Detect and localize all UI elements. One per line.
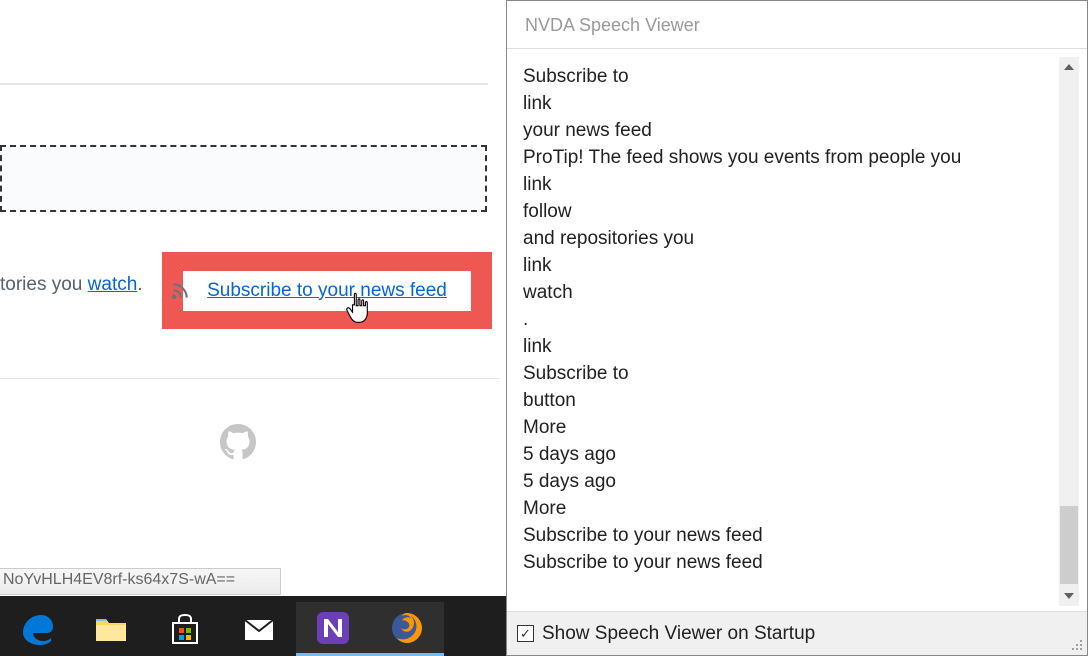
watch-link[interactable]: watch (88, 274, 138, 295)
annotation-highlight: Subscribe to your news feed (162, 252, 492, 329)
speech-line: your news feed (523, 117, 1049, 144)
firefox-icon (389, 610, 425, 646)
speech-line: 5 days ago (523, 468, 1049, 495)
nvda-speech-viewer-window: NVDA Speech Viewer Subscribe to link you… (506, 0, 1088, 656)
browser-status-bar: NoYvHLH4EV8rf-ks64x7S-wA== (0, 568, 281, 595)
nvda-content-area: Subscribe to link your news feed ProTip!… (507, 49, 1087, 612)
edge-icon (19, 611, 55, 647)
browser-content: tories you watch. Subscribe to your news… (0, 0, 506, 595)
nvda-speech-output[interactable]: Subscribe to link your news feed ProTip!… (515, 57, 1057, 612)
folder-icon (93, 611, 129, 647)
subscribe-news-feed-link[interactable]: Subscribe to your news feed (207, 280, 447, 302)
speech-line: More (523, 414, 1049, 441)
speech-line: 5 days ago (523, 441, 1049, 468)
store-icon (167, 611, 203, 647)
speech-line: link (523, 171, 1049, 198)
hand-cursor-icon (344, 291, 374, 326)
taskbar-file-explorer[interactable] (74, 602, 148, 656)
period: . (137, 274, 142, 295)
speech-line: . (523, 306, 1049, 333)
speech-line: More (523, 495, 1049, 522)
mail-icon (241, 611, 277, 647)
rss-icon (170, 281, 190, 301)
speech-line: Subscribe to your news feed (523, 522, 1049, 549)
github-logo-icon (220, 424, 256, 460)
highlight-inner: Subscribe to your news feed (183, 271, 471, 311)
speech-line: and repositories you (523, 225, 1049, 252)
section-divider (0, 378, 500, 379)
speech-line: button (523, 387, 1049, 414)
windows-taskbar[interactable] (0, 596, 506, 656)
taskbar-mail[interactable] (222, 602, 296, 656)
taskbar-nvda[interactable] (296, 602, 370, 656)
taskbar-edge[interactable] (0, 602, 74, 656)
horizontal-divider (0, 83, 488, 85)
nvda-icon (315, 610, 351, 646)
speech-line: link (523, 90, 1049, 117)
speech-line: watch (523, 279, 1049, 306)
scroll-up-button[interactable] (1059, 57, 1079, 77)
speech-line: Subscribe to (523, 360, 1049, 387)
focus-outline-box (0, 145, 487, 212)
text-fragment: tories you (0, 274, 88, 295)
show-on-startup-checkbox[interactable]: ✓ (517, 625, 534, 642)
speech-line: link (523, 333, 1049, 360)
sentence-fragment: tories you watch. (0, 274, 143, 296)
speech-line: ProTip! The feed shows you events from p… (523, 144, 1049, 171)
taskbar-firefox[interactable] (370, 602, 444, 656)
resize-grip-icon[interactable] (1070, 638, 1084, 652)
nvda-title-bar[interactable]: NVDA Speech Viewer (507, 1, 1087, 49)
scroll-down-button[interactable] (1059, 586, 1079, 606)
taskbar-store[interactable] (148, 602, 222, 656)
speech-line: link (523, 252, 1049, 279)
nvda-footer: ✓ Show Speech Viewer on Startup (507, 611, 1087, 655)
speech-line: Subscribe to (523, 63, 1049, 90)
speech-line: follow (523, 198, 1049, 225)
scrollbar[interactable] (1059, 57, 1079, 606)
scroll-thumb[interactable] (1060, 506, 1078, 584)
show-on-startup-label: Show Speech Viewer on Startup (542, 623, 815, 645)
speech-line: Subscribe to your news feed (523, 549, 1049, 576)
